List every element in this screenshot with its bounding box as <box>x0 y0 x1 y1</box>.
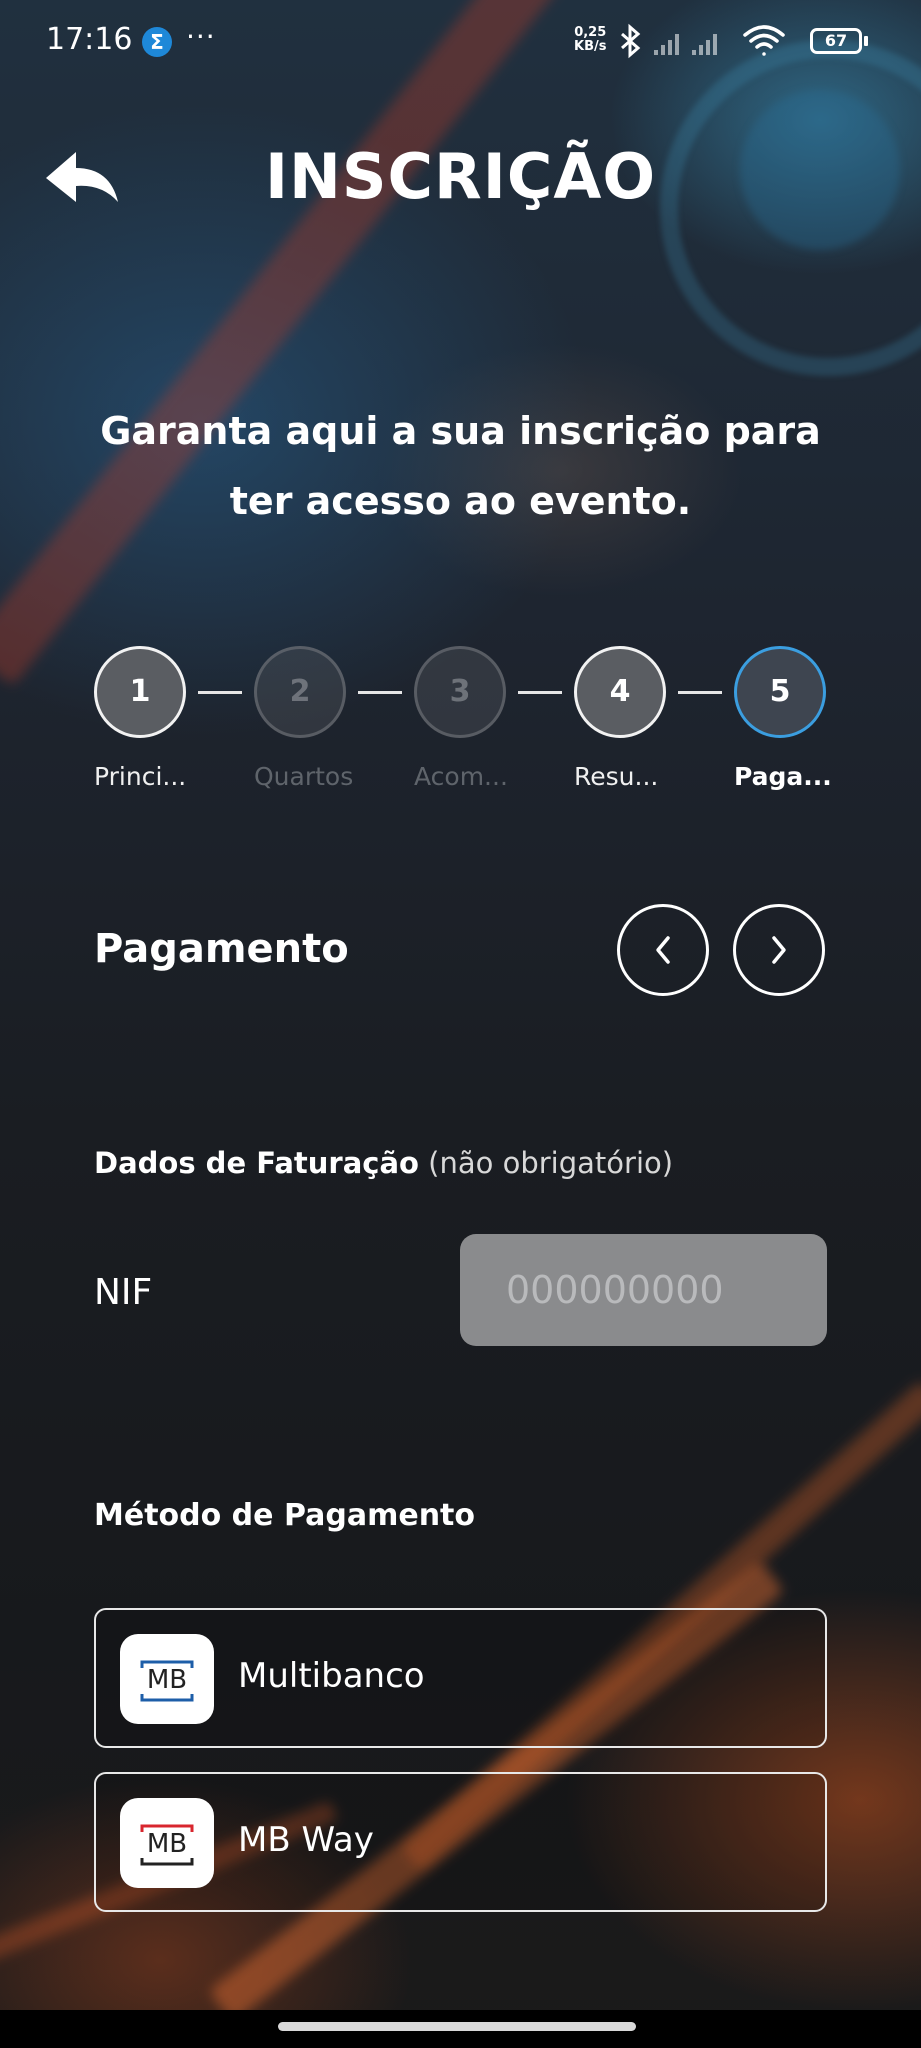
section-title: Pagamento <box>94 926 349 972</box>
step-3-number: 3 <box>449 674 471 709</box>
step-3[interactable]: 3 <box>414 646 506 738</box>
billing-label: Dados de Faturação (não obrigatório) <box>94 1146 673 1180</box>
signal-1-icon <box>654 34 679 55</box>
payment-option-multibanco[interactable]: MB Multibanco <box>94 1608 827 1748</box>
step-1[interactable]: 1 <box>94 646 186 738</box>
intro-text: Garanta aqui a sua inscrição para ter ac… <box>100 409 821 523</box>
step-2-number: 2 <box>289 674 311 709</box>
nif-label: NIF <box>94 1272 153 1313</box>
step-1-label: Princi... <box>94 762 187 791</box>
step-2-label: Quartos <box>254 762 354 791</box>
more-notifications-icon: ··· <box>186 20 216 53</box>
home-gesture-bar[interactable] <box>278 2022 636 2031</box>
page-title: INSCRIÇÃO <box>264 140 657 213</box>
status-bar: 17:16 Σ ··· 0,25 KB/s 67 <box>0 0 921 86</box>
battery-tip <box>864 36 868 46</box>
step-connector <box>678 691 722 694</box>
step-3-label: Acom... <box>414 762 508 791</box>
payment-option-mbway[interactable]: MB MB Way <box>94 1772 827 1912</box>
step-4-number: 4 <box>609 674 631 709</box>
status-time: 17:16 <box>46 22 133 57</box>
nif-input[interactable] <box>460 1234 827 1346</box>
previous-step-button[interactable] <box>617 904 709 996</box>
status-icons <box>621 23 785 59</box>
step-5-number: 5 <box>769 674 791 709</box>
step-1-number: 1 <box>129 674 151 709</box>
mbway-label: MB Way <box>238 1820 374 1860</box>
payment-method-title: Método de Pagamento <box>94 1498 476 1533</box>
billing-title: Dados de Faturação <box>94 1146 419 1180</box>
svg-text:MB: MB <box>147 1829 187 1859</box>
mbway-logo-icon: MB <box>120 1798 214 1888</box>
battery-icon: 67 <box>810 28 862 54</box>
step-connector <box>198 691 242 694</box>
step-connector <box>518 691 562 694</box>
chevron-left-icon <box>656 936 670 964</box>
wifi-icon <box>743 25 785 56</box>
signal-2-icon <box>692 34 717 55</box>
next-step-button[interactable] <box>733 904 825 996</box>
step-2[interactable]: 2 <box>254 646 346 738</box>
chevron-right-icon <box>772 936 786 964</box>
network-speed-value: 0,25 <box>574 25 607 40</box>
step-4[interactable]: 4 <box>574 646 666 738</box>
svg-text:MB: MB <box>147 1665 187 1695</box>
bluetooth-icon <box>621 23 641 59</box>
step-connector <box>358 691 402 694</box>
step-5[interactable]: 5 <box>734 646 826 738</box>
network-speed-unit: KB/s <box>574 39 607 54</box>
optional-note: (não obrigatório) <box>428 1146 674 1180</box>
multibanco-logo-icon: MB <box>120 1634 214 1724</box>
sigma-icon: Σ <box>142 27 172 57</box>
step-5-label: Paga... <box>734 762 832 791</box>
step-4-label: Resu... <box>574 762 659 791</box>
multibanco-label: Multibanco <box>238 1656 425 1696</box>
network-speed: 0,25 KB/s <box>574 26 606 54</box>
